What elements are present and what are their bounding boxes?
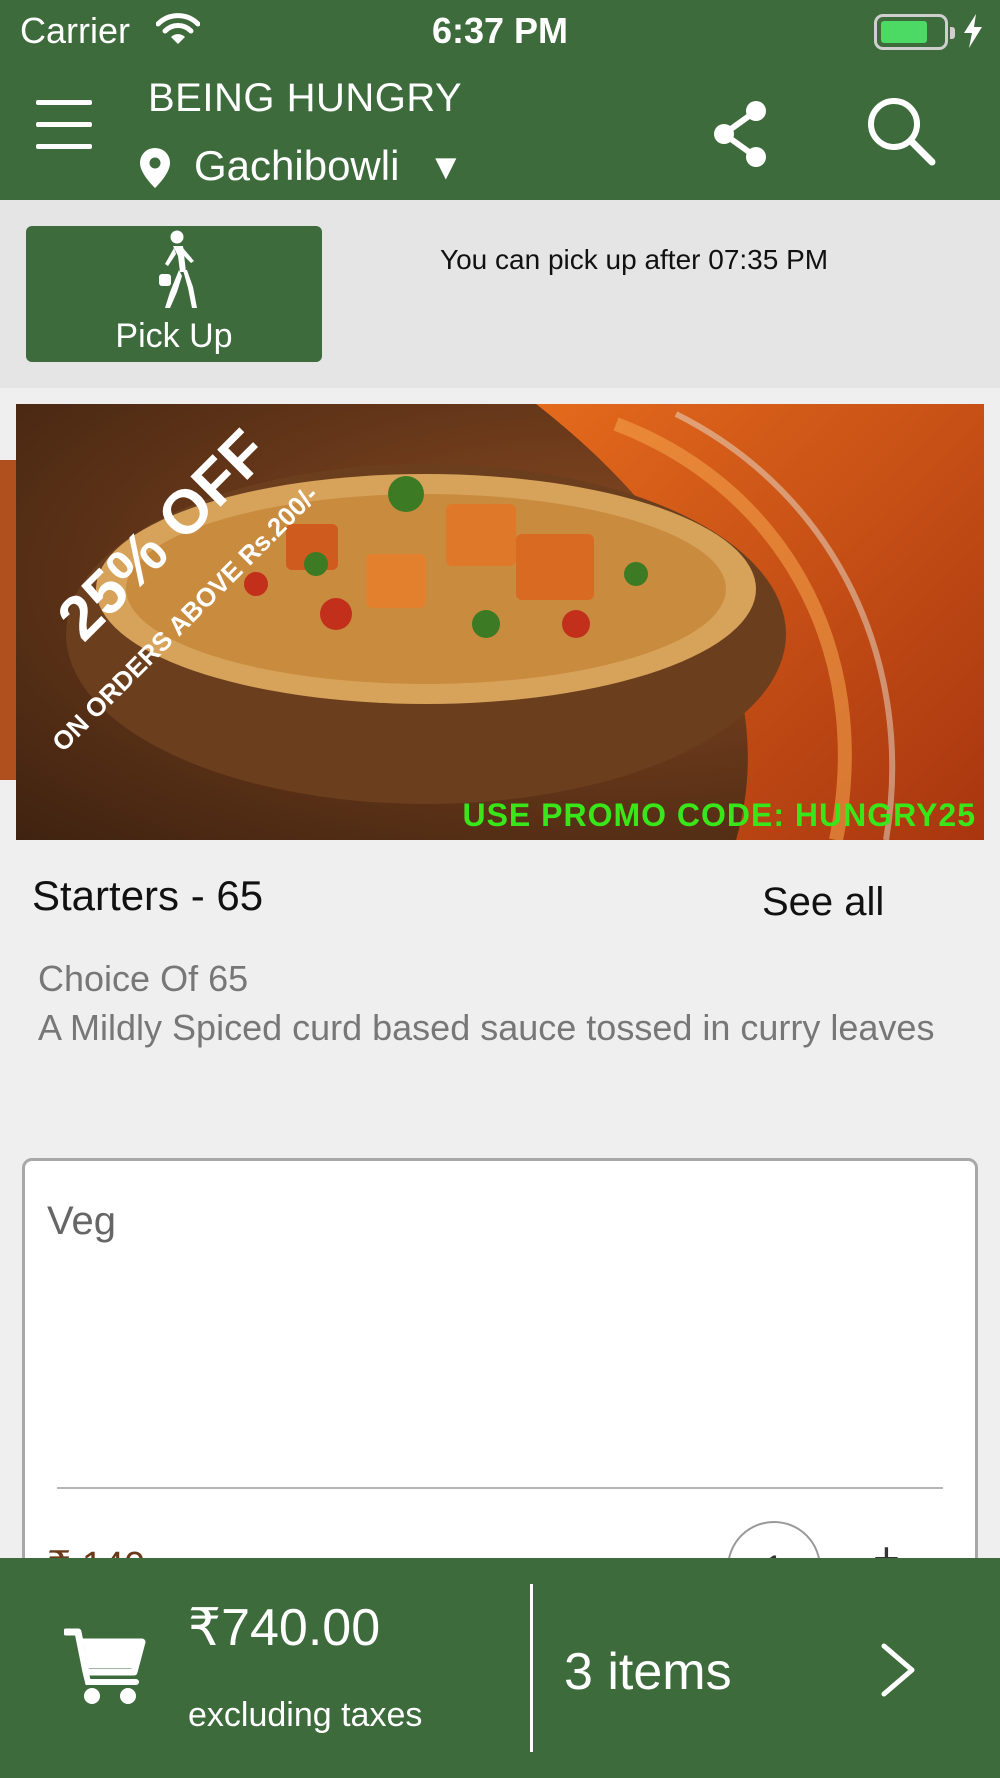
pickup-strip: Pick Up You can pick up after 07:35 PM <box>0 200 1000 388</box>
cart-item-count: 3 items <box>564 1643 732 1701</box>
bolt-icon <box>964 14 982 48</box>
item-name: Veg <box>47 1199 116 1243</box>
see-all-link[interactable]: See all <box>762 880 884 925</box>
status-time: 6:37 PM <box>431 10 569 51</box>
cart-total: ₹740.00 <box>188 1599 381 1657</box>
walk-icon <box>159 230 197 308</box>
category-description: Choice Of 65 A Mildly Spiced curd based … <box>38 958 935 1048</box>
pickup-label: Pick Up <box>115 317 233 355</box>
pickup-button[interactable]: Pick Up <box>26 226 322 362</box>
banner-promo-code: USE PROMO CODE: HUNGRY25 <box>462 797 976 833</box>
cart-icon <box>64 1628 146 1704</box>
pickup-time-note: You can pick up after 07:35 PM <box>440 244 829 275</box>
item-divider <box>57 1487 943 1489</box>
battery-icon <box>874 14 955 50</box>
cart-divider <box>530 1584 533 1752</box>
chevron-right-icon[interactable] <box>878 1642 918 1698</box>
status-bar: Carrier 6:37 PM <box>0 0 1000 64</box>
nav-bar: BEING HUNGRY Gachibowli ▼ <box>0 64 1000 200</box>
promo-banner[interactable]: 25% OFF ON ORDERS ABOVE Rs.200/- USE PRO… <box>16 404 984 840</box>
pin-icon <box>140 148 170 188</box>
cart-bar[interactable]: ₹740.00 excluding taxes 3 items <box>0 1558 1000 1778</box>
location-selector[interactable]: Gachibowli <box>194 142 399 190</box>
share-icon[interactable] <box>712 100 768 168</box>
category-title: Starters - 65 <box>32 872 264 919</box>
app-title: BEING HUNGRY <box>148 76 463 120</box>
location-dropdown-caret[interactable]: ▼ <box>428 146 464 188</box>
search-icon[interactable] <box>866 96 936 166</box>
previous-banner-peek <box>0 460 16 780</box>
menu-icon[interactable] <box>36 100 92 154</box>
cart-tax-note: excluding taxes <box>188 1696 423 1734</box>
